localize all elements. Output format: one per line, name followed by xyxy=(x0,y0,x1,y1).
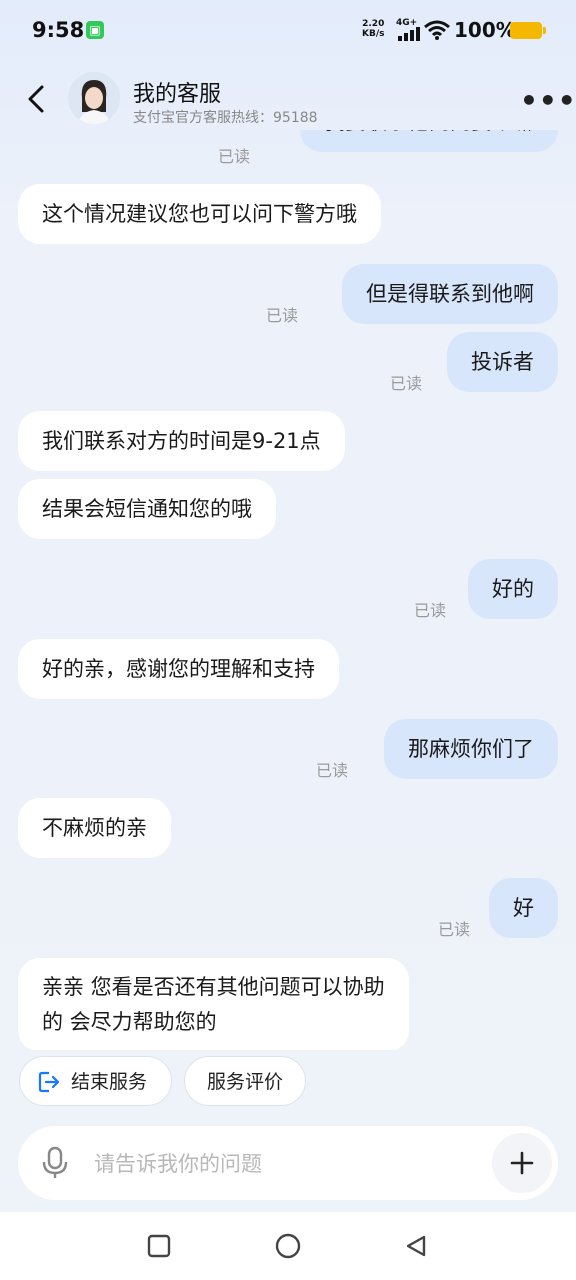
exit-icon xyxy=(38,1071,60,1093)
page-title: 我的客服 xyxy=(133,82,222,107)
message-user: 好的 xyxy=(468,559,558,619)
battery-icon xyxy=(510,22,546,39)
system-nav-bar xyxy=(0,1212,576,1280)
microphone-icon[interactable] xyxy=(40,1146,70,1180)
message-user: 但是得联系到他啊 xyxy=(342,264,558,324)
message-user: 投诉者 xyxy=(447,332,558,392)
message-agent: 我们联系对方的时间是9-21点 xyxy=(18,411,345,471)
plus-icon xyxy=(510,1151,534,1175)
message-input-bar: 请告诉我你的问题 xyxy=(18,1126,558,1200)
read-status: 已读 xyxy=(390,374,423,393)
message-agent: 不麻烦的亲 xyxy=(18,798,171,858)
agent-avatar-icon xyxy=(68,72,120,124)
signal-icon xyxy=(398,27,420,41)
wifi-icon xyxy=(424,20,450,40)
back-icon[interactable] xyxy=(22,82,52,116)
message-agent: 这个情况建议您也可以问下警方哦 xyxy=(18,184,381,244)
status-time: 9:58 xyxy=(32,18,85,42)
hotline-subtitle: 支付宝官方客服热线：95188 xyxy=(133,110,318,126)
read-status: 已读 xyxy=(218,147,251,166)
notification-icon: ▣ xyxy=(86,21,104,39)
message-agent: 结果会短信通知您的哦 xyxy=(18,479,276,539)
add-button[interactable] xyxy=(492,1133,552,1193)
message-agent: 亲亲 您看是否还有其他问题可以协助 的 会尽力帮助您的 xyxy=(18,958,409,1050)
recents-icon[interactable] xyxy=(147,1234,171,1258)
message-user: 那麻烦你们了 xyxy=(384,719,558,779)
network-speed: 2.20 KB/s xyxy=(362,19,385,39)
end-service-button[interactable]: 结束服务 xyxy=(19,1056,172,1106)
message-agent: 好的亲，感谢您的理解和支持 xyxy=(18,639,339,699)
read-status: 已读 xyxy=(438,920,471,939)
status-bar: 9:58 ▣ 2.20 KB/s 4G+ 100% xyxy=(0,0,576,62)
chat-header: 我的客服 支付宝官方客服热线：95188 ••• xyxy=(0,62,576,132)
back-nav-icon[interactable] xyxy=(404,1234,428,1258)
message-user: 好 xyxy=(489,878,558,938)
battery-percent: 100% xyxy=(454,18,516,42)
rate-service-button[interactable]: 服务评价 xyxy=(184,1056,306,1106)
read-status: 已读 xyxy=(266,306,299,325)
avatar[interactable] xyxy=(68,72,120,124)
more-options-icon[interactable]: ••• xyxy=(520,84,576,117)
message-list[interactable]: 我要联系他问问要个嘛 已读 这个情况建议您也可以问下警方哦 但是得联系到他啊 已… xyxy=(0,130,576,1050)
message-input[interactable]: 请告诉我你的问题 xyxy=(94,1148,262,1178)
home-icon[interactable] xyxy=(275,1233,301,1259)
message-user: 我要联系他问问要个嘛 xyxy=(300,130,558,152)
read-status: 已读 xyxy=(414,601,447,620)
read-status: 已读 xyxy=(316,761,349,780)
